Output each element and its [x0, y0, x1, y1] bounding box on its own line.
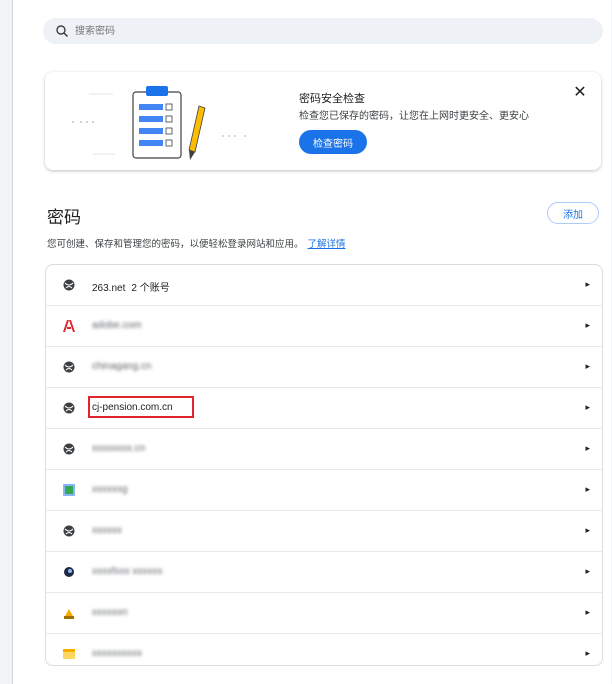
- site-name: chinagang.cn: [92, 361, 152, 372]
- password-checkup-card: 密码安全检查 检查您已保存的密码，让您在上网时更安全、更安心 检查密码 ✕: [45, 72, 601, 170]
- password-row-263-net[interactable]: 263.net 2 个账号 ▸: [46, 265, 602, 306]
- site-name: xxxxxxxx.cn: [92, 443, 146, 454]
- password-row-9[interactable]: xxxxxxn ▸: [46, 593, 602, 634]
- chevron-right-icon: ▸: [585, 566, 590, 576]
- chevron-right-icon: ▸: [585, 320, 590, 330]
- chevron-right-icon: ▸: [585, 484, 590, 494]
- adobe-icon: [63, 320, 75, 332]
- password-row-8[interactable]: xxxxfxxx xxxxxx ▸: [46, 552, 602, 593]
- close-icon[interactable]: ✕: [571, 84, 589, 102]
- chevron-right-icon: ▸: [585, 648, 590, 658]
- image-icon: [63, 484, 75, 496]
- checkup-title: 密码安全检查: [299, 93, 365, 105]
- yellow-icon: [64, 609, 74, 619]
- password-row-7[interactable]: xxxxxx ▸: [46, 511, 602, 552]
- password-row-adobe[interactable]: adobe.com ▸: [46, 306, 602, 347]
- checklist-illustration: [72, 86, 246, 160]
- globe-icon: [63, 279, 75, 291]
- site-name: xxxxxx: [92, 525, 122, 536]
- password-row-6[interactable]: xxxxxxg ▸: [46, 470, 602, 511]
- password-row-5[interactable]: xxxxxxxx.cn ▸: [46, 429, 602, 470]
- site-name: xxxxfxxx xxxxxx: [92, 566, 163, 577]
- chevron-right-icon: ▸: [585, 607, 590, 617]
- check-passwords-button[interactable]: 检查密码: [299, 130, 367, 154]
- chevron-right-icon: ▸: [585, 402, 590, 412]
- password-row-cj-pension[interactable]: cj-pension.com.cn ▸: [46, 388, 602, 429]
- globe-icon: [63, 361, 75, 373]
- globe-icon: [63, 402, 75, 414]
- add-password-button[interactable]: 添加: [547, 202, 599, 224]
- passwords-description-text: 您可创建、保存和管理您的密码，以便轻松登录网站和应用。: [47, 239, 304, 250]
- password-list: 263.net 2 个账号 ▸ adobe.com ▸ chinagang.cn …: [45, 264, 603, 666]
- site-domain: 263.net: [92, 283, 126, 294]
- account-count: 2 个账号: [131, 283, 170, 294]
- site-name: cj-pension.com.cn: [92, 402, 173, 413]
- search-bar[interactable]: [43, 18, 603, 44]
- learn-more-link[interactable]: 了解详情: [308, 239, 346, 250]
- site-name: adobe.com: [92, 320, 142, 331]
- site-name: 263.net 2 个账号: [92, 279, 170, 294]
- chevron-right-icon: ▸: [585, 279, 590, 289]
- password-manager-page: 密码安全检查 检查您已保存的密码，让您在上网时更安全、更安心 检查密码 ✕ 密码…: [12, 0, 611, 684]
- password-row-3[interactable]: chinagang.cn ▸: [46, 347, 602, 388]
- search-input[interactable]: [73, 24, 557, 38]
- site-name: xxxxxxg: [92, 484, 128, 495]
- globe-icon: [63, 525, 75, 537]
- passwords-description: 您可创建、保存和管理您的密码，以便轻松登录网站和应用。 了解详情: [47, 236, 346, 250]
- site-name: xxxxxxxxxx: [92, 648, 142, 659]
- globe-dark-icon: [64, 567, 74, 577]
- checkup-description: 检查您已保存的密码，让您在上网时更安全、更安心: [299, 111, 529, 122]
- globe-icon: [63, 443, 75, 455]
- chevron-right-icon: ▸: [585, 443, 590, 453]
- password-row-10[interactable]: xxxxxxxxxx ▸: [46, 634, 602, 665]
- search-icon: [56, 25, 69, 38]
- note-icon: [63, 649, 75, 659]
- chevron-right-icon: ▸: [585, 525, 590, 535]
- passwords-heading: 密码: [47, 208, 81, 227]
- site-name: xxxxxxn: [92, 607, 128, 618]
- chevron-right-icon: ▸: [585, 361, 590, 371]
